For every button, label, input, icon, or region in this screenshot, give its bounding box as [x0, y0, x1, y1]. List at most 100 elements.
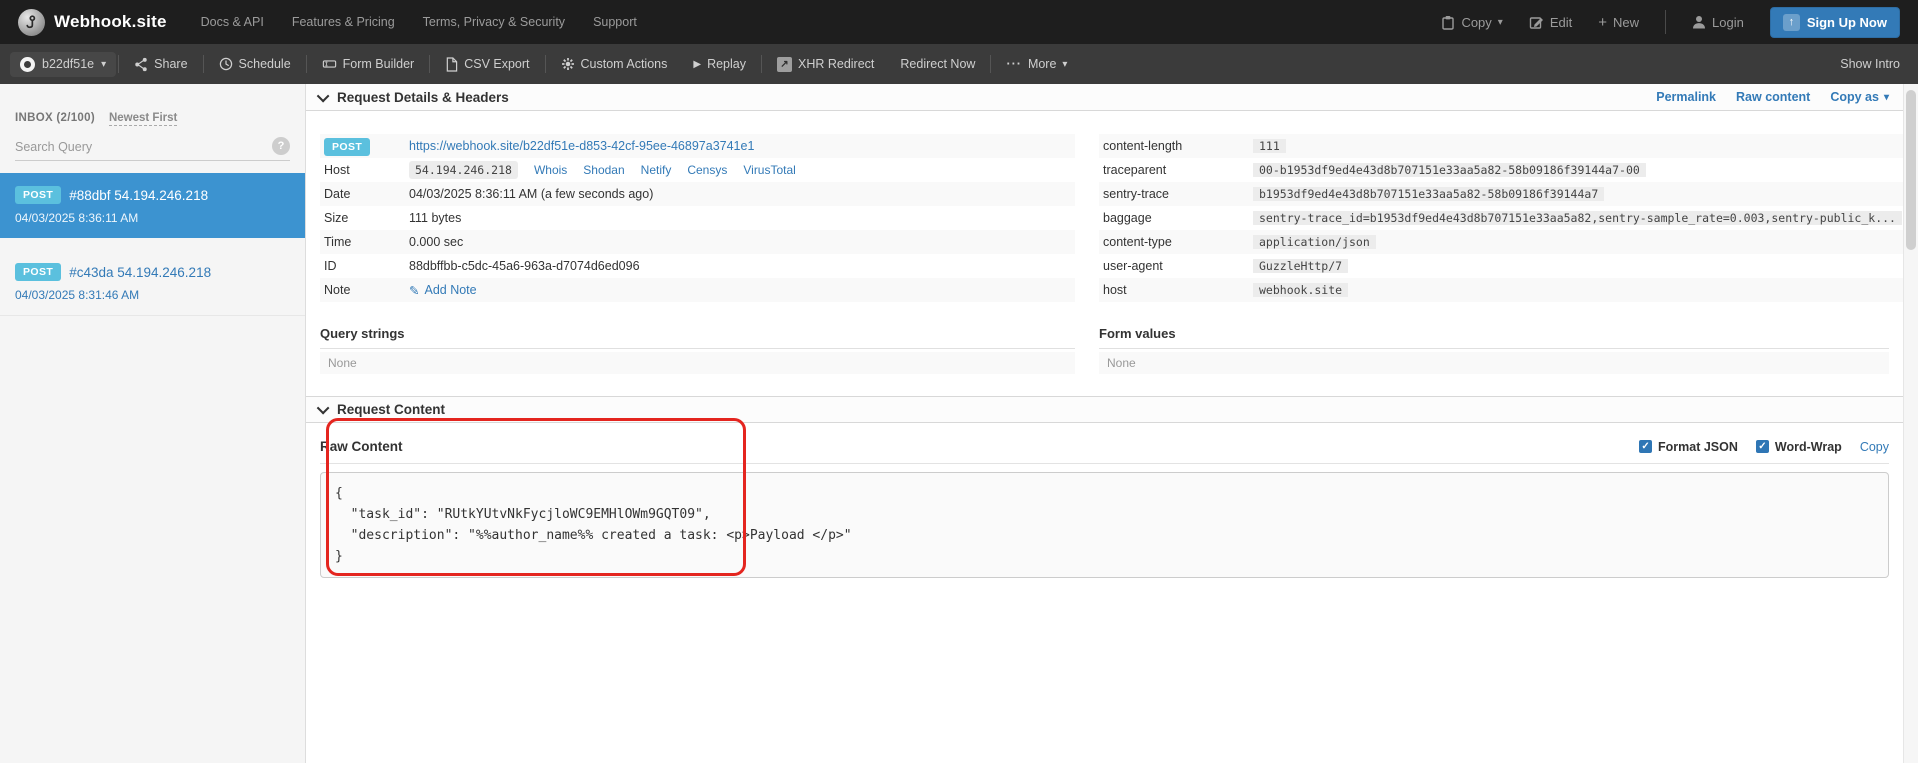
show-intro-button[interactable]: Show Intro	[1840, 57, 1908, 71]
search-input[interactable]	[15, 136, 290, 161]
vertical-scrollbar[interactable]	[1903, 84, 1918, 763]
word-wrap-checkbox[interactable]: ✓ Word-Wrap	[1756, 440, 1842, 454]
details-section-header[interactable]: Request Details & Headers Permalink Raw …	[306, 84, 1903, 111]
header-value: GuzzleHttp/7	[1253, 259, 1348, 273]
size-value: 111 bytes	[409, 211, 461, 225]
copy-as-dropdown[interactable]: Copy as ▾	[1830, 90, 1889, 104]
brand[interactable]: Webhook.site	[18, 9, 167, 36]
request-id-label: #88dbf 54.194.246.218	[69, 188, 208, 203]
details-table: POST https://webhook.site/b22df51e-d853-…	[320, 134, 1075, 302]
raw-content-panel: Raw Content ✓ Format JSON ✓ Word-Wrap Co…	[306, 423, 1903, 578]
header-value: 00-b1953df9ed4e43d8b707151e33aa5a82-58b0…	[1253, 163, 1646, 177]
chevron-down-icon	[317, 89, 330, 102]
header-value: webhook.site	[1253, 283, 1348, 297]
shodan-link[interactable]: Shodan	[583, 163, 624, 177]
header-row-traceparent: traceparent 00-b1953df9ed4e43d8b707151e3…	[1099, 158, 1906, 182]
json-line: "task_id": "RUtkYUtvNkFycjloWC9EMHlOWm9G…	[335, 504, 1874, 525]
person-icon	[1692, 15, 1706, 29]
toolbar-divider	[545, 55, 546, 73]
form-values-empty: None	[1099, 352, 1889, 374]
copy-menu-button[interactable]: Copy ▾	[1441, 15, 1502, 30]
toolbar-divider	[761, 55, 762, 73]
query-strings-block: Query strings None	[320, 326, 1075, 374]
navbar-links: Docs & API Features & Pricing Terms, Pri…	[201, 15, 637, 29]
header-value: 111	[1253, 139, 1286, 153]
nav-link-terms-privacy-security[interactable]: Terms, Privacy & Security	[423, 15, 565, 29]
request-list-item[interactable]: POST #c43da 54.194.246.218 04/03/2025 8:…	[0, 250, 305, 316]
raw-content-controls: ✓ Format JSON ✓ Word-Wrap Copy	[1639, 440, 1889, 454]
header-value: b1953df9ed4e43d8b707151e33aa5a82-58b0918…	[1253, 187, 1604, 201]
csv-export-button[interactable]: CSV Export	[432, 57, 542, 72]
copy-raw-content-link[interactable]: Copy	[1860, 440, 1889, 454]
detail-row-note: Note ✎ Add Note	[320, 278, 1075, 302]
content-section-title: Request Content	[320, 402, 445, 417]
form-values-block: Form values None	[1099, 326, 1889, 374]
sort-toggle[interactable]: Newest First	[109, 112, 177, 126]
whois-link[interactable]: Whois	[534, 163, 567, 177]
caret-down-icon: ▾	[101, 59, 106, 70]
scrollbar-thumb[interactable]	[1906, 90, 1916, 250]
format-json-checkbox[interactable]: ✓ Format JSON	[1639, 440, 1738, 454]
chevron-down-icon	[317, 402, 330, 415]
toolbar-divider	[306, 55, 307, 73]
login-button[interactable]: Login	[1692, 15, 1744, 30]
form-builder-button[interactable]: Form Builder	[309, 57, 428, 71]
share-icon	[134, 57, 148, 72]
custom-actions-button[interactable]: Custom Actions	[548, 57, 681, 71]
main-content: Request Details & Headers Permalink Raw …	[306, 84, 1903, 763]
content-section-header[interactable]: Request Content	[306, 396, 1903, 423]
more-dropdown[interactable]: ··· More ▾	[993, 57, 1080, 71]
details-actions: Permalink Raw content Copy as ▾	[1656, 90, 1889, 104]
document-icon	[445, 57, 458, 72]
xhr-redirect-button[interactable]: ↗ XHR Redirect	[764, 57, 887, 72]
requests-sidebar: INBOX (2/100) Newest First ? POST #88dbf…	[0, 84, 306, 763]
request-date-label: 04/03/2025 8:36:11 AM	[15, 211, 290, 225]
header-row-baggage: baggage sentry-trace_id=b1953df9ed4e43d8…	[1099, 206, 1906, 230]
query-strings-empty: None	[320, 352, 1075, 374]
upload-icon: ↑	[1783, 14, 1800, 31]
permalink-link[interactable]: Permalink	[1656, 90, 1716, 104]
plus-icon: +	[1598, 14, 1607, 31]
share-button[interactable]: Share	[121, 57, 200, 72]
replay-button[interactable]: ▶ Replay	[680, 57, 759, 71]
form-values-title: Form values	[1099, 326, 1889, 349]
gear-icon	[561, 57, 575, 71]
schedule-button[interactable]: Schedule	[206, 57, 304, 71]
raw-content-link[interactable]: Raw content	[1736, 90, 1810, 104]
search-help-icon[interactable]: ?	[272, 137, 290, 155]
nav-link-support[interactable]: Support	[593, 15, 637, 29]
search-row: ?	[15, 136, 290, 161]
headers-table: content-length 111 traceparent 00-b1953d…	[1099, 134, 1906, 302]
nav-link-docs-api[interactable]: Docs & API	[201, 15, 264, 29]
top-navbar: Webhook.site Docs & API Features & Prici…	[0, 0, 1918, 44]
request-list-item[interactable]: POST #88dbf 54.194.246.218 04/03/2025 8:…	[0, 173, 305, 238]
sign-up-now-button[interactable]: ↑ Sign Up Now	[1770, 7, 1900, 38]
action-toolbar: b22df51e ▾ Share Schedule Form Builder C…	[0, 44, 1918, 84]
header-row-sentry-trace: sentry-trace b1953df9ed4e43d8b707151e33a…	[1099, 182, 1906, 206]
netify-link[interactable]: Netify	[641, 163, 672, 177]
token-dropdown[interactable]: b22df51e ▾	[10, 52, 116, 77]
json-line: {	[335, 483, 1874, 504]
nav-link-features-pricing[interactable]: Features & Pricing	[292, 15, 395, 29]
date-value: 04/03/2025 8:36:11 AM (a few seconds ago…	[409, 187, 653, 201]
edit-button[interactable]: Edit	[1529, 15, 1572, 30]
form-input-icon	[322, 57, 337, 71]
new-button[interactable]: + New	[1598, 14, 1639, 31]
caret-down-icon: ▾	[1884, 92, 1889, 103]
detail-row-time: Time 0.000 sec	[320, 230, 1075, 254]
toolbar-divider	[990, 55, 991, 73]
virustotal-link[interactable]: VirusTotal	[743, 163, 795, 177]
raw-content-body[interactable]: { "task_id": "RUtkYUtvNkFycjloWC9EMHlOWm…	[320, 472, 1889, 578]
navbar-divider	[1665, 10, 1666, 34]
request-details: POST https://webhook.site/b22df51e-d853-…	[306, 111, 1903, 302]
redirect-now-button[interactable]: Redirect Now	[887, 57, 988, 71]
header-row-user-agent: user-agent GuzzleHttp/7	[1099, 254, 1906, 278]
method-badge: POST	[15, 186, 61, 204]
add-note-button[interactable]: ✎ Add Note	[409, 283, 477, 298]
navbar-right: Copy ▾ Edit + New Login ↑ Sign Up Now	[1441, 7, 1900, 38]
play-icon: ▶	[693, 59, 701, 70]
detail-row-method-url: POST https://webhook.site/b22df51e-d853-…	[320, 134, 1075, 158]
censys-link[interactable]: Censys	[687, 163, 727, 177]
header-value: sentry-trace_id=b1953df9ed4e43d8b707151e…	[1253, 211, 1902, 225]
request-url-link[interactable]: https://webhook.site/b22df51e-d853-42cf-…	[409, 139, 754, 153]
